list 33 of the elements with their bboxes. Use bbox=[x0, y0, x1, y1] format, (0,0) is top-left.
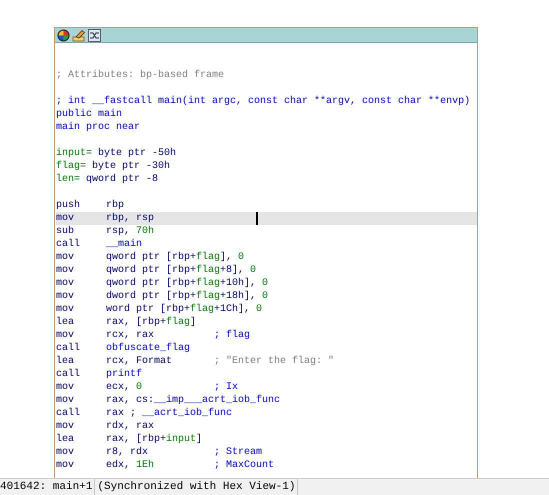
instruction-line: mov dword ptr [rbp+flag+18h], 0 bbox=[56, 290, 270, 303]
instruction-line: mov r8, rdx ; Stream bbox=[56, 446, 264, 459]
instruction-line: call rax ; __acrt_iob_func bbox=[56, 407, 234, 420]
status-sync: (Synchronized with Hex View-1) bbox=[95, 479, 298, 495]
instruction-line: lea rcx, Format ; "Enter the flag: " bbox=[56, 355, 336, 368]
instruction-line: sub rsp, 70h bbox=[56, 225, 156, 238]
listing-line: public main bbox=[56, 108, 124, 121]
instruction-line: mov qword ptr [rbp+flag+10h], 0 bbox=[56, 277, 270, 290]
instruction-line: call printf bbox=[56, 368, 144, 381]
graph-icon[interactable] bbox=[88, 28, 101, 42]
listing-line: ; Attributes: bp-based frame bbox=[56, 69, 226, 82]
instruction-line: mov qword ptr [rbp+flag], 0 bbox=[56, 251, 246, 264]
instruction-line: mov rax, cs:__imp___acrt_iob_func bbox=[56, 394, 282, 407]
instruction-line: mov ecx, 0 ; Ix bbox=[56, 381, 240, 394]
instruction-line: mov rdx, rax bbox=[56, 420, 156, 433]
instruction-line: mov rcx, rax ; flag bbox=[56, 329, 252, 342]
color-wheel-icon[interactable] bbox=[57, 28, 70, 42]
instruction-line: call __main bbox=[56, 238, 144, 251]
instruction-line: mov edx, 1Eh ; MaxCount bbox=[56, 459, 276, 472]
pencil-icon[interactable] bbox=[72, 28, 86, 42]
listing-line: len= qword ptr -8 bbox=[56, 173, 160, 186]
listing-line: main proc near bbox=[56, 121, 142, 134]
instruction-line: lea rax, [rbp+flag] bbox=[56, 316, 198, 329]
instruction-line: call obfuscate_flag bbox=[56, 342, 192, 355]
listing-line: input= byte ptr -50h bbox=[56, 147, 178, 160]
text-cursor bbox=[256, 212, 258, 225]
listing-line: ; int __fastcall main(int argc, const char **argv, const char **envp) bbox=[56, 95, 472, 108]
instruction-line: mov qword ptr [rbp+flag+8], 0 bbox=[56, 264, 258, 277]
listing-line: flag= byte ptr -30h bbox=[56, 160, 172, 173]
status-address: 401642: main+1 bbox=[0, 479, 96, 495]
instruction-line: mov word ptr [rbp+flag+1Ch], 0 bbox=[56, 303, 264, 316]
instruction-line: lea rax, [rbp+input] bbox=[56, 433, 204, 446]
instruction-line: push rbp bbox=[56, 199, 126, 212]
